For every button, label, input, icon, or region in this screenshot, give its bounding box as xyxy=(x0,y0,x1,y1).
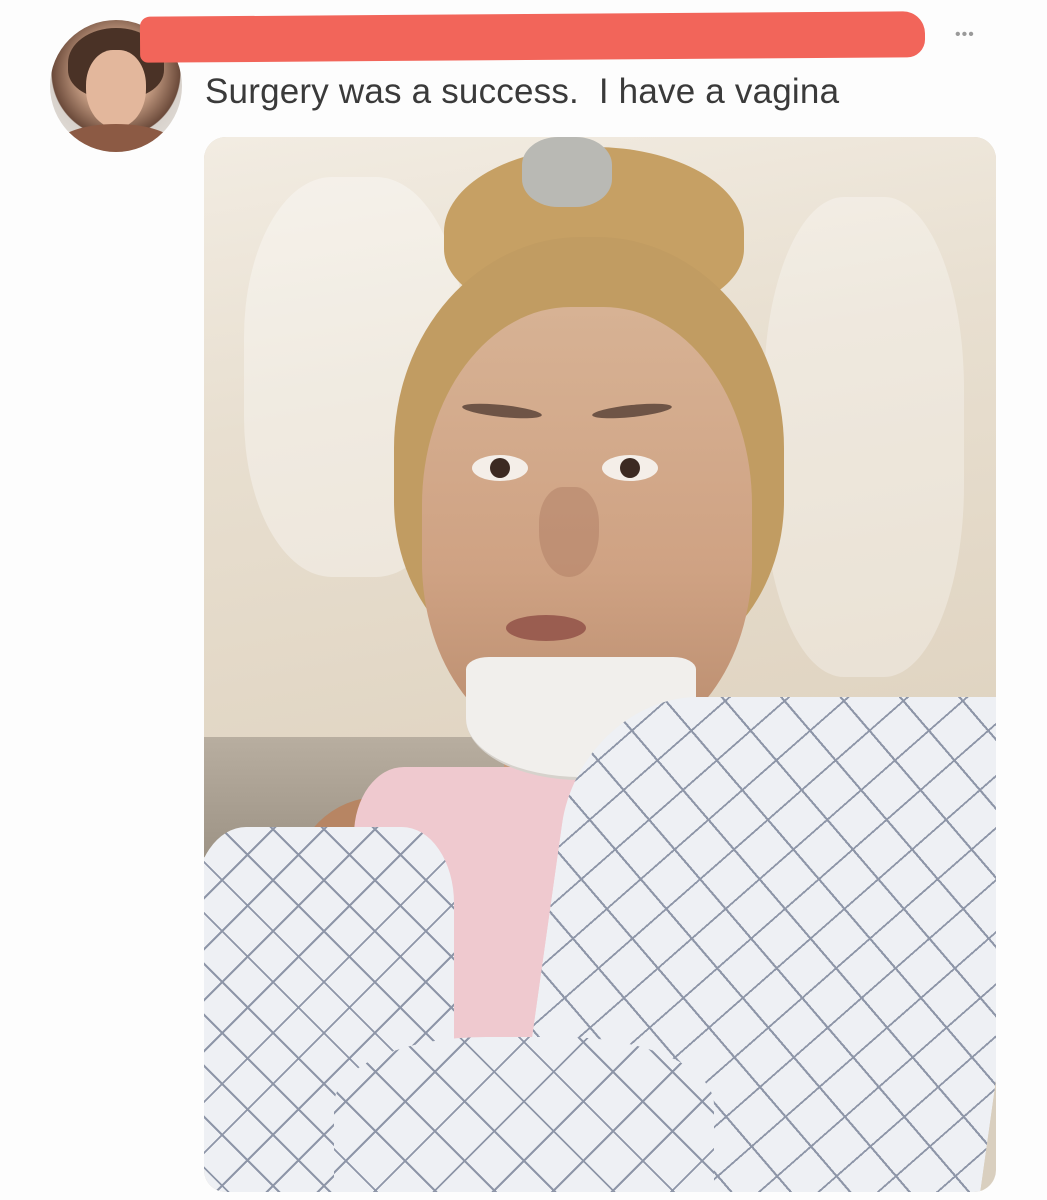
photo-scrunchie xyxy=(522,137,612,207)
username-redaction-mark xyxy=(139,11,926,63)
tweet-text: Surgery was a success. I have a vagina xyxy=(205,72,840,111)
tweet-card: ••• Surgery was a success. I have a vagi… xyxy=(0,0,1047,1200)
photo-hospital-gown xyxy=(334,1037,714,1192)
photo-nose xyxy=(539,487,599,577)
avatar-shirt xyxy=(58,124,174,152)
photo-eye xyxy=(602,455,658,481)
photo-mouth xyxy=(506,615,586,641)
photo-pillow-fold xyxy=(764,197,964,677)
avatar-face xyxy=(86,50,146,128)
tweet-photo[interactable] xyxy=(204,137,996,1192)
photo-eye xyxy=(472,455,528,481)
more-options-icon[interactable]: ••• xyxy=(955,26,975,44)
